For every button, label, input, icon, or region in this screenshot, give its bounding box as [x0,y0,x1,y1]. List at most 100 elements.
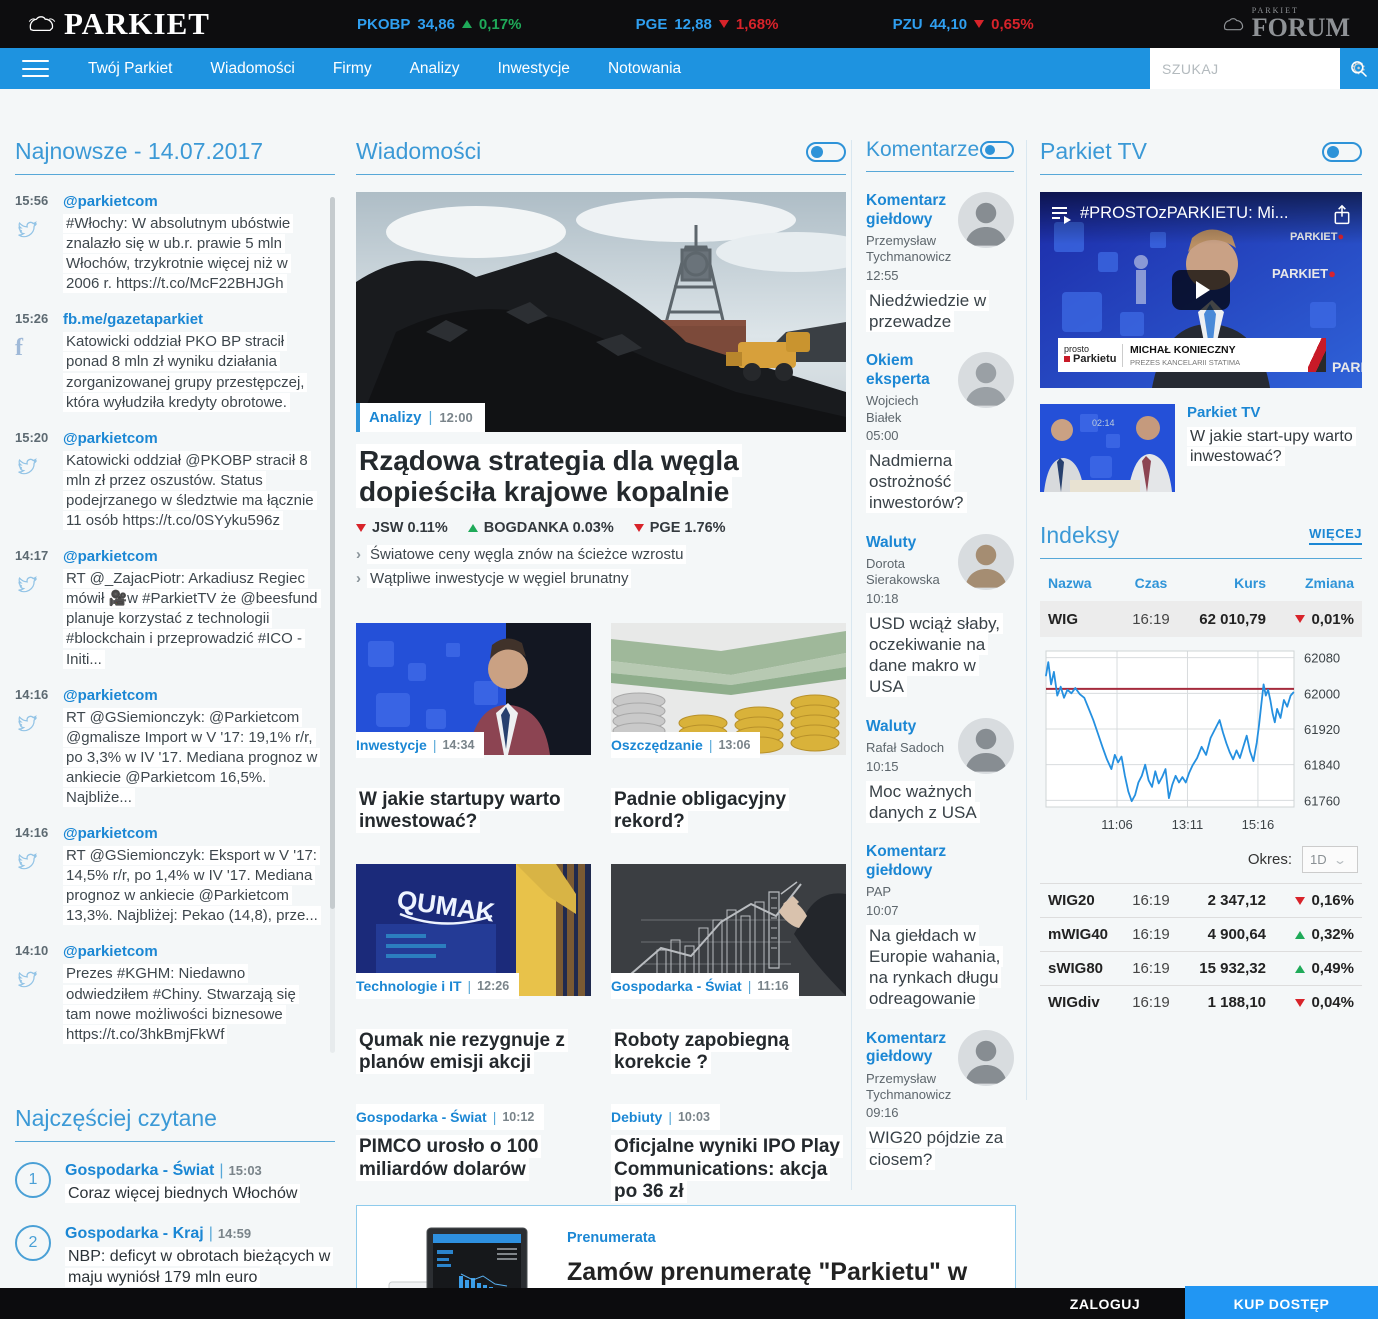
main-article[interactable]: Analizy | 12:00 [356,192,876,432]
playlist-icon[interactable] [1050,204,1072,224]
comment-headline[interactable]: USD wciąż słaby, oczekiwanie na dane mak… [866,612,1014,698]
hamburger-menu-icon[interactable] [22,60,49,77]
card-title[interactable]: Padnie obligacyjny rekord? [611,787,846,834]
feed-source-link[interactable]: @parkietcom [63,943,321,960]
news-card[interactable]: Gospodarka - Świat | 11:16 Roboty zapobi… [611,863,846,1075]
video-title[interactable]: #PROSTOzPARKIETU: Mi... [1080,204,1324,223]
card-title[interactable]: Roboty zapobiegną korekcie ? [611,1028,846,1075]
forum-logo[interactable]: PARKIET FORUM [1221,7,1350,41]
news-card[interactable]: Oszczędzanie | 13:06 Padnie obligacyjny … [611,622,846,834]
feed-item[interactable]: 14:17 @parkietcom RT @_ZajacPiotr: Arkad… [15,548,321,669]
comment-headline[interactable]: Nadmierna ostrożność inwestorów? [866,449,1014,514]
nav-item-analizy[interactable]: Analizy [391,49,479,89]
video-player[interactable]: PARKIET● PARKIET● PARKI #PROSTOzPARKIETU… [1040,192,1362,388]
card-time: 11:16 [757,978,789,993]
feed-item[interactable]: 15:26 f fb.me/gazetaparkiet Katowicki od… [15,311,321,412]
feed-source-link[interactable]: @parkietcom [63,825,321,842]
category-link[interactable]: Debiuty [611,1109,662,1125]
nav-item-firmy[interactable]: Firmy [314,49,391,89]
period-select[interactable]: 1D ⌄ [1302,846,1358,873]
tv-item-title[interactable]: W jakie start-upy warto inwestować? [1187,427,1362,467]
feed-item[interactable]: 14:16 @parkietcom RT @GSiemionczyk: @Par… [15,687,321,808]
buy-access-button[interactable]: KUP DOSTĘP [1185,1286,1378,1319]
nav-item-wiadomosci[interactable]: Wiadomości [191,49,313,89]
tv-item-label[interactable]: Parkiet TV [1187,404,1362,421]
card-title[interactable]: Qumak nie rezygnuje z planów emisji akcj… [356,1028,591,1075]
feed-source-link[interactable]: fb.me/gazetaparkiet [63,311,321,328]
comment-item[interactable]: Waluty Dorota Sierakowska 10:18 USD wcią… [866,533,1014,698]
category-link[interactable]: Gospodarka - Świat [65,1162,214,1179]
most-read-item-title[interactable]: NBP: deficyt w obrotach bieżących w maju… [65,1246,335,1289]
comment-category[interactable]: Komentarz giełdowy [866,843,1014,880]
comment-category[interactable]: Waluty [866,534,952,553]
parkiet-logo[interactable]: PARKIET [26,6,210,42]
comment-item[interactable]: Komentarz giełdowy Przemysław Tychmanowi… [866,192,1014,332]
login-button[interactable]: ZALOGUJ [1025,1296,1185,1312]
comment-headline[interactable]: Niedźwiedzie w przewadze [866,289,1014,333]
comment-category[interactable]: Komentarz giełdowy [866,192,952,229]
card-title[interactable]: Oficjalne wyniki IPO Play Communications… [611,1135,846,1204]
category-link[interactable]: Gospodarka - Kraj [65,1225,204,1242]
tv-list-item[interactable]: 02:14 Parkiet TV W jakie start-upy warto… [1040,404,1362,492]
comment-category[interactable]: Okiem eksperta [866,352,952,389]
index-row-swig80[interactable]: sWIG80 16:19 15 932,32 0,49% [1040,951,1362,985]
index-row-wig[interactable]: WIG 16:19 62 010,79 0,01% [1040,601,1362,637]
comment-headline[interactable]: Na giełdach w Europie wahania, na rynkac… [866,924,1014,1010]
ticker-pkobp[interactable]: PKOBP 34,86 0,17% [357,16,521,33]
category-link[interactable]: Inwestycje [356,737,427,753]
related-ticker[interactable]: BOGDANKA 0.03% [467,520,614,536]
share-icon[interactable] [1332,204,1352,226]
main-article-headline[interactable]: Rządowa strategia dla węgla dopieściła k… [356,444,846,509]
category-link[interactable]: Oszczędzanie [611,737,703,753]
comment-category[interactable]: Komentarz giełdowy [866,1030,952,1067]
feed-item[interactable]: 15:56 @parkietcom #Włochy: W absolutnym … [15,193,321,294]
news-card[interactable]: QUMAK Technologie i IT | 12:26 Qumak nie… [356,863,591,1075]
comment-headline[interactable]: Moc ważnych danych z USA [866,780,1014,824]
play-button[interactable] [1172,270,1230,310]
index-row-mwig40[interactable]: mWIG40 16:19 4 900,64 0,32% [1040,917,1362,951]
feed-item[interactable]: 14:10 @parkietcom Prezes #KGHM: Niedawno… [15,943,321,1044]
comments-toggle[interactable] [980,141,1014,159]
tv-toggle[interactable] [1322,141,1362,162]
category-link[interactable]: Gospodarka - Świat [611,978,742,994]
comment-category[interactable]: Waluty [866,718,952,737]
search-button[interactable] [1340,48,1378,89]
related-ticker[interactable]: PGE 1.76% [633,520,726,536]
category-link[interactable]: Analizy [369,409,422,426]
comment-item[interactable]: Waluty Rafał Sadoch 10:15 Moc ważnych da… [866,717,1014,824]
feed-source-link[interactable]: @parkietcom [63,193,321,210]
nav-item-inwestycje[interactable]: Inwestycje [479,49,589,89]
ticker-pzu[interactable]: PZU 44,10 0,65% [893,16,1034,33]
ticker-pge[interactable]: PGE 12,88 1,68% [636,16,779,33]
nav-item-twoj-parkiet[interactable]: Twój Parkiet [69,49,191,89]
news-card[interactable]: Debiuty | 10:03 Oficjalne wyniki IPO Pla… [611,1104,846,1204]
related-article-link[interactable]: › Wątpliwe inwestycje w węgiel brunatny [356,568,846,588]
news-card[interactable]: Inwestycje | 14:34 W jakie startupy wart… [356,622,591,834]
category-link[interactable]: Gospodarka - Świat [356,1109,487,1125]
comment-headline[interactable]: WIG20 pójdzie za ciosem? [866,1127,1014,1170]
comment-item[interactable]: Okiem eksperta Wojciech Białek 05:00 Nad… [866,352,1014,514]
index-row-wig20[interactable]: WIG20 16:19 2 347,12 0,16% [1040,883,1362,917]
comment-item[interactable]: Komentarz giełdowy Przemysław Tychmanowi… [866,1029,1014,1170]
indices-more-link[interactable]: WIĘCEJ [1309,526,1362,545]
related-article-link[interactable]: › Światowe ceny węgla znów na ścieżce wzr… [356,544,846,564]
news-card[interactable]: Gospodarka - Świat | 10:12 PIMCO urosło … [356,1104,591,1203]
feed-source-link[interactable]: @parkietcom [63,430,321,447]
most-read-item[interactable]: 1 Gospodarka - Świat | 15:03 Coraz więcej … [15,1162,335,1205]
comment-item[interactable]: Komentarz giełdowy PAP 10:07 Na giełdach… [866,843,1014,1010]
card-title[interactable]: W jakie startupy warto inwestować? [356,787,591,834]
feed-source-link[interactable]: @parkietcom [63,548,321,565]
news-toggle[interactable] [806,141,846,162]
most-read-item[interactable]: 2 Gospodarka - Kraj | 14:59 NBP: deficyt w… [15,1224,335,1289]
feed-scrollbar-thumb[interactable] [330,197,335,909]
nav-item-notowania[interactable]: Notowania [589,49,700,89]
card-title[interactable]: PIMCO urosło o 100 miliardów dolarów [356,1135,591,1181]
most-read-item-title[interactable]: Coraz więcej biednych Włochów [65,1184,301,1205]
feed-source-link[interactable]: @parkietcom [63,687,321,704]
feed-item[interactable]: 15:20 @parkietcom Katowicki oddział @PKO… [15,430,321,531]
category-link[interactable]: Technologie i IT [356,978,462,994]
related-ticker[interactable]: JSW 0.11% [356,520,448,536]
index-row-wigdiv[interactable]: WIGdiv 16:19 1 188,10 0,04% [1040,985,1362,1019]
feed-item[interactable]: 14:16 @parkietcom RT @GSiemionczyk: Eksp… [15,825,321,926]
search-input[interactable] [1150,60,1351,77]
